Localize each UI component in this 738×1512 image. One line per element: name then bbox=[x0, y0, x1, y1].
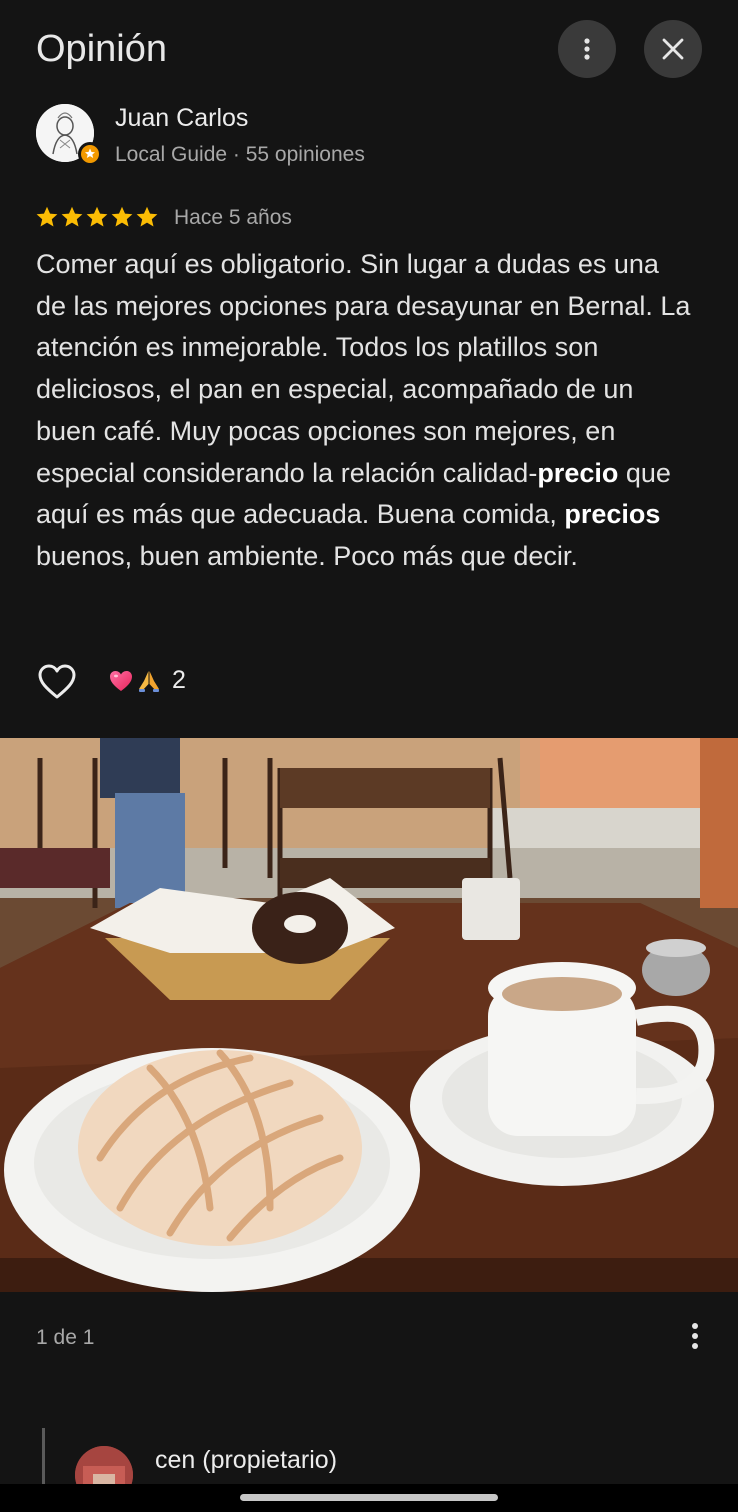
reactions-summary[interactable]: 2 bbox=[108, 666, 186, 695]
heart-outline-icon bbox=[38, 664, 76, 699]
review-highlight: precio bbox=[537, 457, 619, 488]
star-rating bbox=[35, 205, 159, 229]
star-icon bbox=[86, 206, 108, 227]
star-icon bbox=[36, 206, 58, 227]
photo-counter: 1 de 1 bbox=[36, 1326, 95, 1349]
review-photo[interactable] bbox=[0, 738, 738, 1292]
review-text-part: Comer aquí es obligatorio. Sin lugar a d… bbox=[36, 249, 691, 488]
star-icon bbox=[111, 206, 133, 227]
close-button[interactable] bbox=[644, 20, 702, 78]
review-date: Hace 5 años bbox=[174, 206, 292, 229]
reviewer-name[interactable]: Juan Carlos bbox=[115, 104, 248, 133]
reaction-count: 2 bbox=[172, 666, 186, 694]
page-title: Opinión bbox=[36, 28, 167, 70]
folded-hands-emoji-icon bbox=[139, 670, 159, 692]
local-guide-badge-icon bbox=[78, 142, 102, 166]
more-vert-icon bbox=[584, 38, 590, 60]
star-icon bbox=[61, 206, 83, 227]
review-text-part: buenos, buen ambiente. Poco más que deci… bbox=[36, 540, 578, 571]
review-detail-screen: Opinión Juan Carlos Local Guide · 55 opi… bbox=[0, 0, 738, 1512]
review-text: Comer aquí es obligatorio. Sin lugar a d… bbox=[36, 244, 696, 578]
more-options-button[interactable] bbox=[558, 20, 616, 78]
photo-more-options-button[interactable] bbox=[680, 1318, 710, 1358]
more-vert-icon bbox=[692, 1323, 698, 1349]
home-gesture-handle[interactable] bbox=[240, 1494, 498, 1501]
header: Opinión bbox=[0, 0, 738, 100]
reviewer-meta: Local Guide · 55 opiniones bbox=[115, 143, 365, 166]
review-highlight: precios bbox=[564, 499, 661, 530]
like-button[interactable] bbox=[36, 662, 78, 702]
owner-name[interactable]: cen (propietario) bbox=[155, 1446, 337, 1475]
reply-divider-line bbox=[42, 1428, 45, 1488]
star-icon bbox=[136, 206, 158, 227]
close-icon bbox=[662, 38, 684, 60]
heart-emoji-icon bbox=[110, 670, 132, 691]
